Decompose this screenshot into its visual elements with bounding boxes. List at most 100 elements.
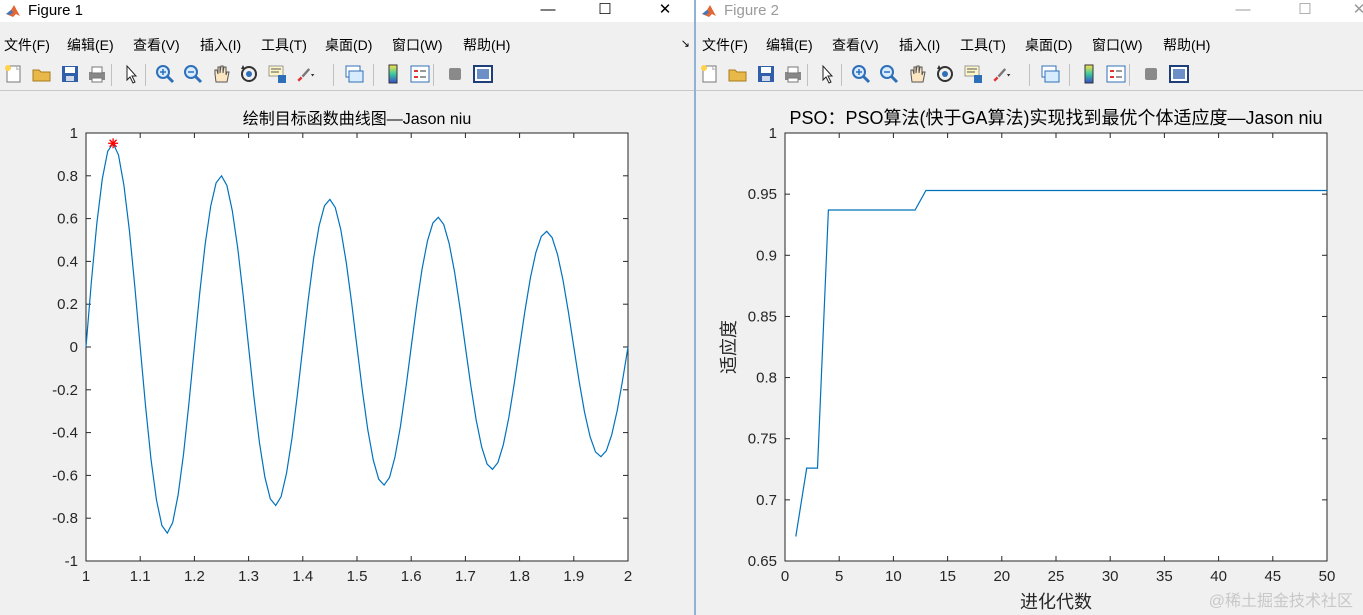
- data-cursor-icon[interactable]: [266, 63, 288, 85]
- menu-edit[interactable]: 编辑(E): [766, 35, 813, 55]
- chart-title: PSO：PSO算法(快于GA算法)实现找到最优个体适应度—Jason niu: [789, 108, 1322, 128]
- show-plot-tools-icon[interactable]: [1168, 63, 1190, 85]
- pointer-icon[interactable]: [816, 63, 838, 85]
- menu-tools[interactable]: 工具(T): [960, 35, 1006, 55]
- menu-view[interactable]: 查看(V): [832, 35, 879, 55]
- print-icon[interactable]: [86, 63, 108, 85]
- y-tick-label: 0: [70, 339, 78, 356]
- x-tick-label: 5: [835, 568, 843, 585]
- menu-help[interactable]: 帮助(H): [1163, 35, 1210, 55]
- y-tick-label: -0.2: [52, 382, 78, 399]
- x-tick-label: 1.9: [563, 568, 584, 585]
- hide-plot-tools-icon[interactable]: [444, 63, 466, 85]
- menu-insert[interactable]: 插入(I): [200, 35, 241, 55]
- x-tick-label: 1.4: [292, 568, 313, 585]
- x-tick-label: 1.8: [509, 568, 530, 585]
- figure1-plot[interactable]: 1 1.1 1.2 1.3 1.4 1.5 1.6 1.7 1.8 1.9 2 -1 -0.8 -0.6 -…: [0, 92, 694, 615]
- y-tick-label: 1: [70, 125, 78, 142]
- y-axis-label: 适应度: [719, 320, 739, 374]
- figure2-canvas: 0 5 10 15 20 25 30 35 40 45 50 0.65 0.7 0.75 0.8 0.85 0.…: [696, 92, 1363, 615]
- show-plot-tools-icon[interactable]: [472, 63, 494, 85]
- colorbar-icon[interactable]: [382, 63, 404, 85]
- y-tick-label: 0.9: [756, 247, 777, 264]
- menu-tools[interactable]: 工具(T): [261, 35, 307, 55]
- maximize-button[interactable]: ☐: [590, 0, 620, 22]
- dock-arrow-icon[interactable]: ↘: [681, 37, 690, 50]
- pan-hand-icon[interactable]: [906, 63, 928, 85]
- y-tick-label: 0.8: [57, 168, 78, 185]
- colorbar-icon[interactable]: [1078, 63, 1100, 85]
- menu-desktop[interactable]: 桌面(D): [325, 35, 372, 55]
- y-tick-label: 0.85: [748, 308, 777, 325]
- x-tick-label: 1.6: [401, 568, 422, 585]
- brush-icon[interactable]: [294, 63, 316, 85]
- menu-file[interactable]: 文件(F): [702, 35, 748, 55]
- menu-file[interactable]: 文件(F): [4, 35, 50, 55]
- x-tick-label: 15: [939, 568, 956, 585]
- figure2-menubar: 文件(F) 编辑(E) 查看(V) 插入(I) 工具(T) 桌面(D) 窗口(W…: [696, 32, 1363, 54]
- toolbar-separator: [373, 64, 374, 86]
- x-tick-label: 35: [1156, 568, 1173, 585]
- close-button[interactable]: ✕: [650, 0, 680, 22]
- toolbar-separator: [111, 64, 112, 86]
- figure1-titlebar[interactable]: Figure 1 — ☐ ✕: [0, 0, 694, 22]
- link-plot-icon[interactable]: [343, 63, 365, 85]
- zoom-in-icon[interactable]: [850, 63, 872, 85]
- brush-icon[interactable]: [990, 63, 1012, 85]
- legend-icon[interactable]: [409, 63, 431, 85]
- legend-icon[interactable]: [1105, 63, 1127, 85]
- figure2-title: Figure 2: [724, 2, 780, 19]
- link-plot-icon[interactable]: [1039, 63, 1061, 85]
- figure2-titlebar[interactable]: Figure 2 — ☐ ✕: [696, 0, 1363, 22]
- y-tick-label: -0.4: [52, 425, 78, 442]
- figure1-window: Figure 1 — ☐ ✕ 文件(F) 编辑(E) 查看(V) 插入(I) 工…: [0, 0, 694, 615]
- menu-help[interactable]: 帮助(H): [463, 35, 510, 55]
- menu-view[interactable]: 查看(V): [133, 35, 180, 55]
- y-tick-label: -1: [65, 553, 78, 570]
- x-tick-label: 1.3: [238, 568, 259, 585]
- figure1-title: Figure 1: [28, 2, 84, 19]
- menu-window[interactable]: 窗口(W): [1092, 35, 1143, 55]
- toolbar-separator: [433, 64, 434, 86]
- new-figure-icon[interactable]: [699, 63, 721, 85]
- zoom-in-icon[interactable]: [154, 63, 176, 85]
- figure1-menubar: 文件(F) 编辑(E) 查看(V) 插入(I) 工具(T) 桌面(D) 窗口(W…: [0, 32, 694, 54]
- menu-desktop[interactable]: 桌面(D): [1025, 35, 1072, 55]
- y-tick-label: -0.8: [52, 510, 78, 527]
- zoom-out-icon[interactable]: [182, 63, 204, 85]
- open-file-icon[interactable]: [31, 63, 53, 85]
- zoom-out-icon[interactable]: [878, 63, 900, 85]
- data-cursor-icon[interactable]: [962, 63, 984, 85]
- minimize-button[interactable]: —: [1228, 0, 1258, 22]
- menu-window[interactable]: 窗口(W): [392, 35, 443, 55]
- y-tick-label: 0.2: [57, 296, 78, 313]
- rotate-3d-icon[interactable]: [934, 63, 956, 85]
- x-tick-label: 25: [1048, 568, 1065, 585]
- matlab-logo-icon: [6, 5, 20, 17]
- x-tick-label: 10: [885, 568, 902, 585]
- figure2-plot[interactable]: 0 5 10 15 20 25 30 35 40 45 50 0.65 0.7 0.75 0.8 0.85 0.…: [696, 92, 1363, 615]
- menu-insert[interactable]: 插入(I): [899, 35, 940, 55]
- save-icon[interactable]: [755, 63, 777, 85]
- x-tick-label: 1.5: [347, 568, 368, 585]
- minimize-button[interactable]: —: [533, 0, 563, 22]
- maximize-button[interactable]: ☐: [1290, 0, 1320, 22]
- close-button[interactable]: ✕: [1344, 0, 1363, 22]
- toolbar-separator: [1029, 64, 1030, 86]
- save-icon[interactable]: [59, 63, 81, 85]
- rotate-3d-icon[interactable]: [238, 63, 260, 85]
- print-icon[interactable]: [782, 63, 804, 85]
- menu-edit[interactable]: 编辑(E): [67, 35, 114, 55]
- open-file-icon[interactable]: [727, 63, 749, 85]
- pointer-icon[interactable]: [120, 63, 142, 85]
- hide-plot-tools-icon[interactable]: [1140, 63, 1162, 85]
- x-tick-label: 45: [1264, 568, 1281, 585]
- x-axis-label: 进化代数: [1020, 592, 1092, 612]
- chart-title: 绘制目标函数曲线图—Jason niu: [243, 110, 472, 128]
- new-figure-icon[interactable]: [3, 63, 25, 85]
- figure1-toolbar: [0, 60, 694, 91]
- pan-hand-icon[interactable]: [210, 63, 232, 85]
- x-tick-label: 1: [82, 568, 90, 585]
- x-tick-label: 1.2: [184, 568, 205, 585]
- x-tick-label: 1.1: [130, 568, 151, 585]
